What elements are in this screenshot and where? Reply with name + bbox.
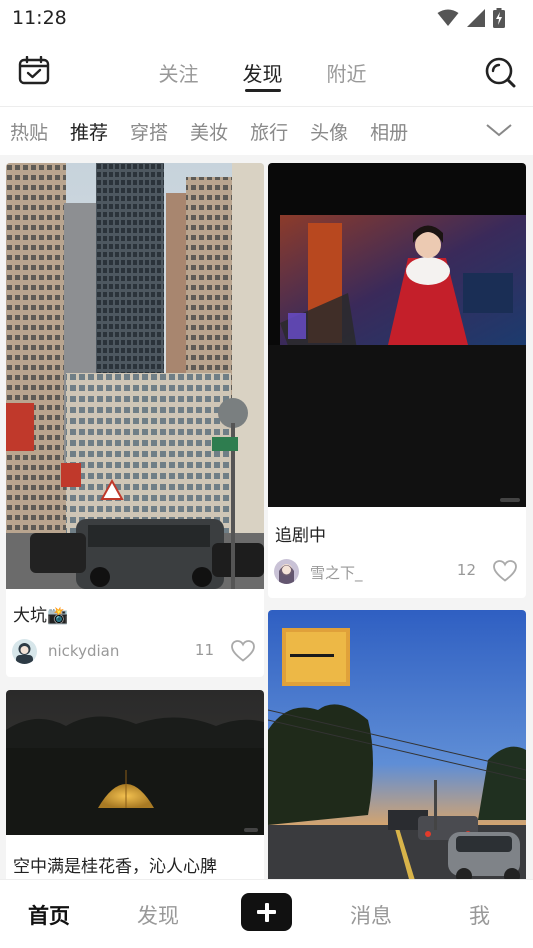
author-name[interactable]: nickydian	[48, 642, 119, 660]
drama-screen-photo[interactable]	[268, 163, 526, 507]
city-street-photo[interactable]	[6, 163, 264, 589]
battery-charging-icon	[493, 8, 505, 28]
chevron-down-icon[interactable]	[485, 118, 513, 142]
feed-card[interactable]: 追剧中 雪之下_ 12	[268, 163, 526, 598]
tab-home[interactable]: 首页	[28, 900, 70, 930]
tab-me[interactable]: 我	[469, 900, 490, 930]
category-recommend[interactable]: 推荐	[70, 118, 108, 145]
tab-messages[interactable]: 消息	[350, 900, 392, 930]
like-count: 12	[456, 561, 476, 579]
status-time: 11:28	[12, 7, 67, 29]
top-nav: 关注 发现 附近	[0, 44, 533, 100]
category-outfit[interactable]: 穿搭	[130, 118, 168, 145]
heart-icon[interactable]	[492, 559, 518, 583]
avatar[interactable]	[274, 559, 299, 584]
feed: 大坑📸 nickydian 11 追剧中 雪之下_ 12 空中满是桂花香，沁人心…	[0, 155, 533, 879]
status-icons	[437, 8, 505, 28]
category-album[interactable]: 相册	[370, 118, 408, 145]
feed-card[interactable]	[268, 610, 526, 879]
signal-icon	[467, 9, 485, 27]
avatar[interactable]	[12, 639, 37, 664]
card-title: 空中满是桂花香，沁人心脾	[13, 857, 217, 877]
category-hot[interactable]: 热贴	[10, 118, 48, 145]
calendar-check-icon[interactable]	[18, 56, 50, 86]
card-title: 大坑📸	[13, 606, 69, 626]
tab-nearby[interactable]: 附近	[327, 44, 367, 100]
search-icon[interactable]	[484, 56, 516, 88]
card-meta: nickydian 11	[12, 639, 258, 665]
heart-icon[interactable]	[230, 639, 256, 663]
author-name[interactable]: 雪之下_	[310, 562, 363, 583]
status-bar: 11:28	[0, 0, 533, 36]
category-makeup[interactable]: 美妆	[190, 118, 228, 145]
category-avatar[interactable]: 头像	[310, 118, 348, 145]
night-tent-photo[interactable]	[6, 690, 264, 835]
feed-card[interactable]: 大坑📸 nickydian 11	[6, 163, 264, 677]
like-count: 11	[194, 641, 214, 659]
nav-divider	[0, 106, 533, 107]
add-post-button[interactable]	[241, 893, 292, 931]
tab-follow[interactable]: 关注	[159, 44, 199, 100]
top-tabs: 关注 发现 附近	[0, 44, 533, 100]
wifi-icon	[437, 9, 459, 26]
sunset-road-photo[interactable]	[268, 610, 526, 879]
feed-card[interactable]: 空中满是桂花香，沁人心脾	[6, 690, 264, 879]
tab-bottom-discover[interactable]: 发现	[137, 900, 179, 930]
card-meta: 雪之下_ 12	[274, 559, 520, 585]
card-title: 追剧中	[275, 526, 326, 546]
category-row: 热贴 推荐 穿搭 美妆 旅行 头像 相册	[0, 108, 533, 154]
tab-discover[interactable]: 发现	[243, 44, 283, 100]
bottom-bar: 首页 发现 消息 我	[0, 879, 533, 948]
category-travel[interactable]: 旅行	[250, 118, 288, 145]
